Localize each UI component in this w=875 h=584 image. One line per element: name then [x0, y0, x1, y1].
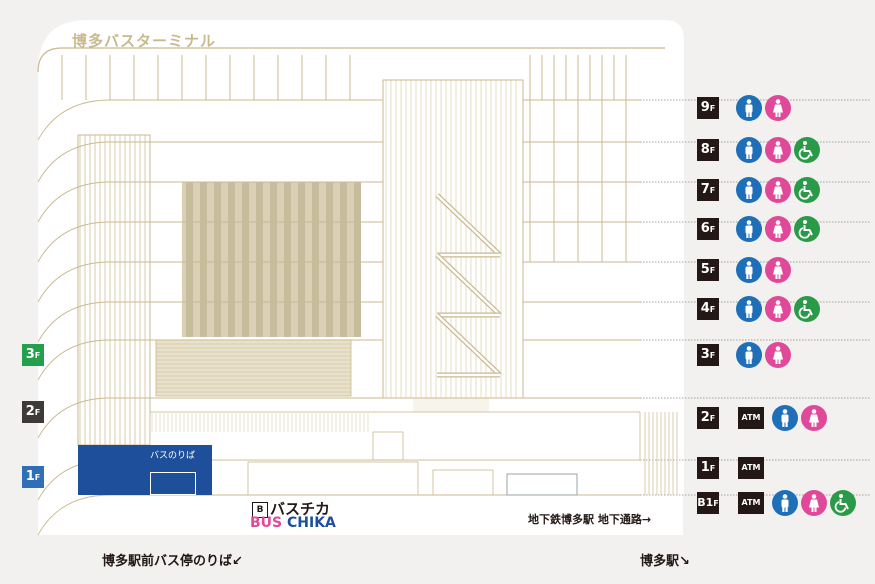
floor-guide-badge: 8F — [697, 139, 719, 161]
floor-number: 1 — [700, 460, 710, 475]
louver-slat — [186, 182, 193, 337]
floor-guide-badge: B1F — [697, 492, 719, 514]
floor-guide-badge: 5F — [697, 259, 719, 281]
floor-number: 1 — [25, 469, 35, 484]
left-floor-marker: 2F — [22, 401, 44, 423]
floor-number: 6 — [700, 221, 710, 236]
male-restroom-icon — [772, 490, 798, 516]
female-restroom-icon — [765, 137, 791, 163]
left-floor-marker: 3F — [22, 344, 44, 366]
male-restroom-icon — [736, 95, 762, 121]
floor-number: 2 — [25, 404, 35, 419]
podium — [149, 411, 641, 461]
floor-number: 2 — [700, 410, 710, 425]
floor-unit: F — [709, 464, 716, 473]
floor-unit: F — [709, 266, 716, 275]
male-restroom-icon — [736, 177, 762, 203]
floor-number: 7 — [700, 182, 710, 197]
floor-unit: F — [713, 499, 719, 508]
female-restroom-icon — [801, 490, 827, 516]
bus-stop-entrance — [150, 472, 196, 495]
louver-slat — [256, 182, 263, 337]
louver-slat — [214, 182, 221, 337]
female-restroom-icon — [765, 257, 791, 283]
louver-slat — [200, 182, 207, 337]
bottom-right-label: 博多駅↘ — [640, 554, 690, 569]
floor-unit: F — [709, 414, 716, 423]
building-name: 博多バスターミナル — [72, 32, 217, 50]
floor-number: 4 — [700, 301, 710, 316]
floor-number: 3 — [700, 347, 710, 362]
male-restroom-icon — [736, 216, 762, 242]
floor-number: 3 — [25, 347, 35, 362]
female-restroom-icon — [801, 405, 827, 431]
louver-slat — [270, 182, 277, 337]
louver-slat — [340, 182, 347, 337]
floor-map: 博多バスターミナル バスのりば B バスチカ BUS CHIKA 地下鉄博多駅 地… — [0, 0, 875, 584]
floor-unit: F — [709, 104, 716, 113]
floor-unit: F — [709, 186, 716, 195]
louver-slat — [242, 182, 249, 337]
floor-unit: F — [34, 351, 41, 360]
atm-icon: ATM — [738, 457, 764, 479]
louver-slat — [298, 182, 305, 337]
floor-guide-badge: 3F — [697, 344, 719, 366]
floor-number: 8 — [700, 142, 710, 157]
floor-number: B1 — [697, 496, 714, 509]
floor-unit: F — [709, 351, 716, 360]
left-floor-marker: 1F — [22, 466, 44, 488]
bus-stop-sign: バスのりば — [150, 451, 196, 461]
louver-slat — [326, 182, 333, 337]
louver-slat — [228, 182, 235, 337]
female-restroom-icon — [765, 216, 791, 242]
louver-slat — [312, 182, 319, 337]
atm-icon: ATM — [738, 407, 764, 429]
floor-unit: F — [34, 473, 41, 482]
male-restroom-icon — [736, 257, 762, 283]
floor-unit: F — [709, 146, 716, 155]
mall-logo-en: BUS CHIKA — [250, 515, 336, 531]
louver-slat — [354, 182, 361, 337]
floor-number: 9 — [700, 100, 710, 115]
floor-guide-badge: 6F — [697, 218, 719, 240]
atm-icon: ATM — [738, 492, 764, 514]
floor-guide-badge: 1F — [697, 457, 719, 479]
bottom-left-label: 博多駅前バス停のりば↙ — [102, 554, 243, 569]
floor-guide-badge: 4F — [697, 298, 719, 320]
male-restroom-icon — [736, 342, 762, 368]
male-restroom-icon — [772, 405, 798, 431]
accessible-restroom-icon — [830, 490, 856, 516]
female-restroom-icon — [765, 95, 791, 121]
accessible-restroom-icon — [794, 296, 820, 322]
floor-guide-badge: 2F — [697, 407, 719, 429]
accessible-restroom-icon — [794, 216, 820, 242]
floor-guide-badge: 9F — [697, 97, 719, 119]
male-restroom-icon — [736, 296, 762, 322]
accessible-restroom-icon — [794, 137, 820, 163]
floor-unit: F — [34, 408, 41, 417]
female-restroom-icon — [765, 177, 791, 203]
atrium-block — [382, 79, 524, 399]
male-restroom-icon — [736, 137, 762, 163]
accessible-restroom-icon — [794, 177, 820, 203]
subway-link-label: 地下鉄博多駅 地下通路→ — [528, 513, 652, 526]
floor-number: 5 — [700, 262, 710, 277]
floor-unit: F — [709, 225, 716, 234]
floor-unit: F — [709, 305, 716, 314]
floor-guide-badge: 7F — [697, 179, 719, 201]
female-restroom-icon — [765, 342, 791, 368]
female-restroom-icon — [765, 296, 791, 322]
louver-slat — [284, 182, 291, 337]
